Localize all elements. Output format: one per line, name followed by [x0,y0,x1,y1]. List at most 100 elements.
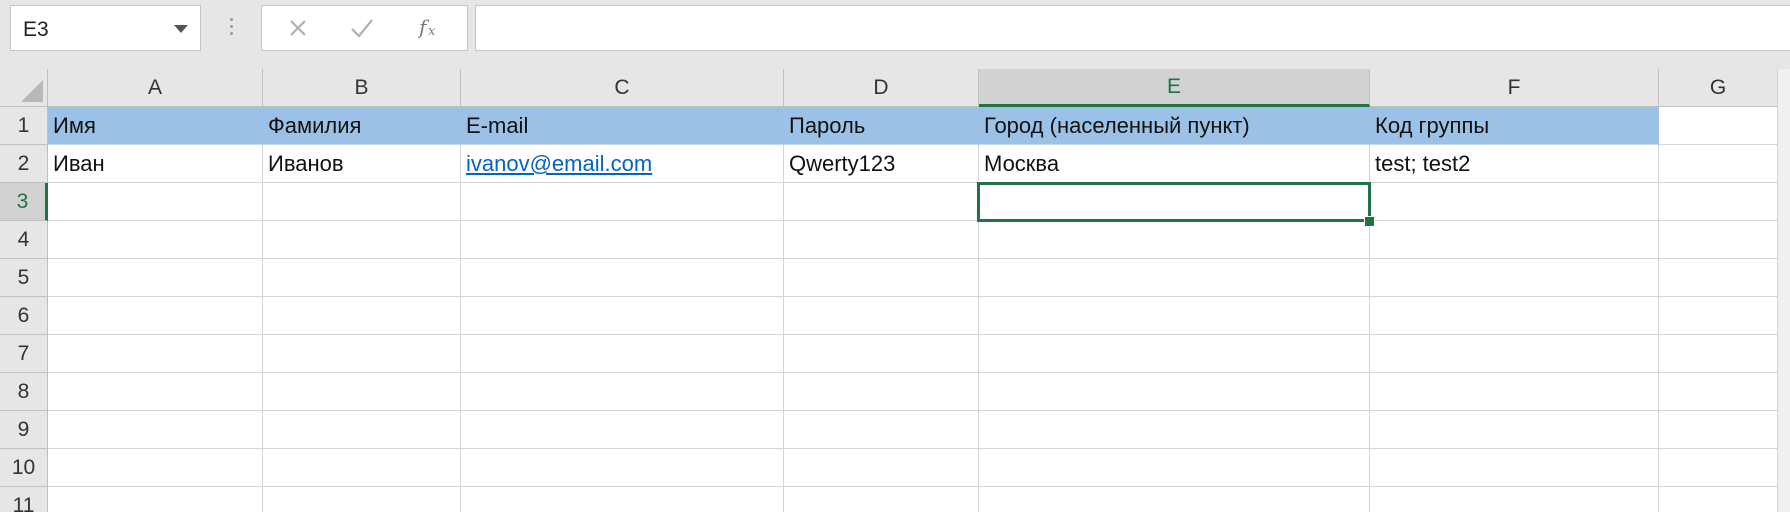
cell-a9[interactable] [48,411,263,449]
cell-d1[interactable]: Пароль [784,107,979,145]
cell-a4[interactable] [48,221,263,259]
cell-c10[interactable] [461,449,784,487]
cell-e4[interactable] [979,221,1370,259]
cell-g4[interactable] [1659,221,1778,259]
row-header-2[interactable]: 2 [0,145,48,183]
name-box[interactable]: E3 [10,5,201,51]
cell-a11[interactable] [48,487,263,512]
column-header-c[interactable]: C [461,69,784,107]
row-header-8[interactable]: 8 [0,373,48,411]
cell-e5[interactable] [979,259,1370,297]
cell-d8[interactable] [784,373,979,411]
cell-f5[interactable] [1370,259,1659,297]
row-header-9[interactable]: 9 [0,411,48,449]
cancel-button[interactable] [270,6,326,50]
cell-b10[interactable] [263,449,461,487]
cell-a10[interactable] [48,449,263,487]
cell-g11[interactable] [1659,487,1778,512]
cell-b3[interactable] [263,183,461,221]
cell-f6[interactable] [1370,297,1659,335]
fill-handle[interactable] [1364,216,1375,227]
cell-g3[interactable] [1659,183,1778,221]
cell-f4[interactable] [1370,221,1659,259]
cell-b5[interactable] [263,259,461,297]
column-header-f[interactable]: F [1370,69,1659,107]
cell-a2[interactable]: Иван [48,145,263,183]
grip-icon[interactable] [228,14,234,40]
cell-g8[interactable] [1659,373,1778,411]
vertical-scrollbar[interactable] [1777,69,1790,512]
cell-a3[interactable] [48,183,263,221]
cell-a7[interactable] [48,335,263,373]
select-all-button[interactable] [0,69,48,107]
cell-g6[interactable] [1659,297,1778,335]
column-header-a[interactable]: A [48,69,263,107]
cell-g9[interactable] [1659,411,1778,449]
cell-d2[interactable]: Qwerty123 [784,145,979,183]
cell-d3[interactable] [784,183,979,221]
cell-f8[interactable] [1370,373,1659,411]
cell-d6[interactable] [784,297,979,335]
row-header-4[interactable]: 4 [0,221,48,259]
column-header-d[interactable]: D [784,69,979,107]
cell-e1[interactable]: Город (населенный пункт) [979,107,1370,145]
cell-b6[interactable] [263,297,461,335]
cell-e8[interactable] [979,373,1370,411]
cell-d4[interactable] [784,221,979,259]
insert-function-button[interactable]: f x [402,6,458,50]
cell-b7[interactable] [263,335,461,373]
cell-f7[interactable] [1370,335,1659,373]
cell-a6[interactable] [48,297,263,335]
cell-f1[interactable]: Код группы [1370,107,1659,145]
cell-c11[interactable] [461,487,784,512]
column-header-g[interactable]: G [1659,69,1778,107]
cell-g2[interactable] [1659,145,1778,183]
cell-e10[interactable] [979,449,1370,487]
cell-d9[interactable] [784,411,979,449]
chevron-down-icon[interactable] [174,25,188,33]
cell-c7[interactable] [461,335,784,373]
cell-f11[interactable] [1370,487,1659,512]
column-header-b[interactable]: B [263,69,461,107]
cell-g5[interactable] [1659,259,1778,297]
cell-b1[interactable]: Фамилия [263,107,461,145]
cell-d7[interactable] [784,335,979,373]
cell-f2[interactable]: test; test2 [1370,145,1659,183]
cell-g1[interactable] [1659,107,1778,145]
cell-f9[interactable] [1370,411,1659,449]
cell-g10[interactable] [1659,449,1778,487]
cell-c9[interactable] [461,411,784,449]
cell-e2[interactable]: Москва [979,145,1370,183]
cell-e9[interactable] [979,411,1370,449]
cell-a1[interactable]: Имя [48,107,263,145]
row-header-7[interactable]: 7 [0,335,48,373]
cell-c3[interactable] [461,183,784,221]
cell-c5[interactable] [461,259,784,297]
cell-c2-email-link[interactable]: ivanov@email.com [461,145,784,183]
row-header-5[interactable]: 5 [0,259,48,297]
cell-d11[interactable] [784,487,979,512]
cell-g7[interactable] [1659,335,1778,373]
cell-e6[interactable] [979,297,1370,335]
cell-e7[interactable] [979,335,1370,373]
cell-c1[interactable]: E-mail [461,107,784,145]
column-header-e[interactable]: E [979,69,1370,107]
row-header-3[interactable]: 3 [0,183,48,221]
row-header-11[interactable]: 11 [0,487,48,512]
row-header-10[interactable]: 10 [0,449,48,487]
cell-a8[interactable] [48,373,263,411]
row-header-1[interactable]: 1 [0,107,48,145]
cell-b4[interactable] [263,221,461,259]
formula-input[interactable] [475,5,1790,51]
cell-b2[interactable]: Иванов [263,145,461,183]
cell-f10[interactable] [1370,449,1659,487]
cell-d10[interactable] [784,449,979,487]
cell-c4[interactable] [461,221,784,259]
cell-d5[interactable] [784,259,979,297]
cell-e11[interactable] [979,487,1370,512]
cell-f3[interactable] [1370,183,1659,221]
cell-b11[interactable] [263,487,461,512]
enter-button[interactable] [334,6,390,50]
cell-b9[interactable] [263,411,461,449]
cell-b8[interactable] [263,373,461,411]
